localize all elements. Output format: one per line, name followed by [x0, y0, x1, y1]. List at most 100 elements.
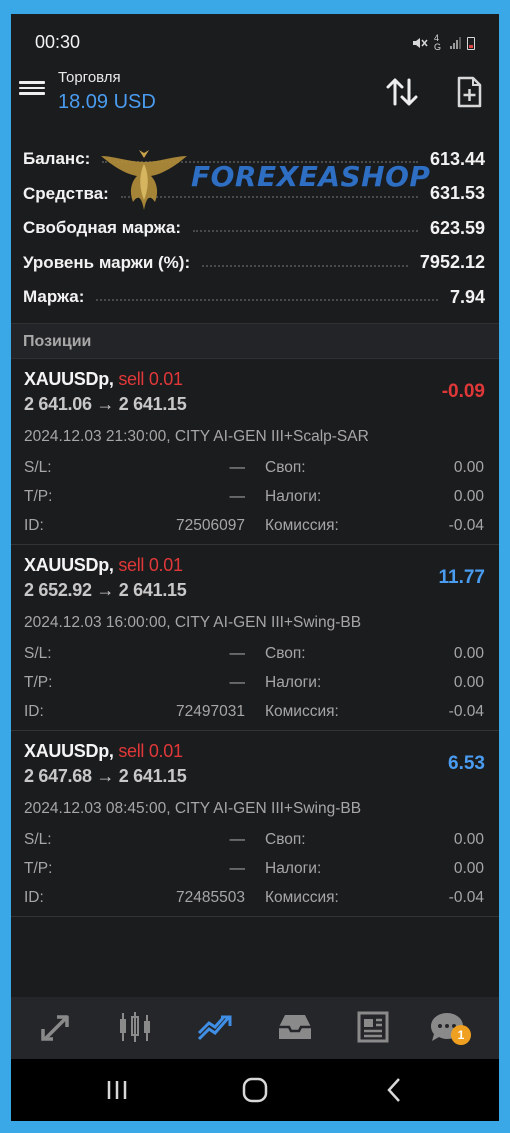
detail-row: ID: 72497031 Комиссия: -0.04 — [24, 699, 486, 728]
id-label: ID: — [24, 517, 44, 534]
position-title: XAUUSDp, sell 0.01 — [24, 369, 183, 390]
position-comment: 2024.12.03 16:00:00, CITY AI-GEN III+Swi… — [24, 614, 362, 631]
phone-screen: 00:30 4G Торговля 18.09 USD Баланс: 613.… — [11, 14, 499, 1121]
positions-section-header: Позиции — [11, 323, 499, 359]
sl-value: — — [229, 645, 246, 662]
sort-icon[interactable] — [383, 76, 421, 108]
position-comment: 2024.12.03 08:45:00, CITY AI-GEN III+Swi… — [24, 800, 362, 817]
id-value: 72497031 — [176, 703, 245, 720]
position-profit: 11.77 — [438, 567, 486, 588]
position-comment: 2024.12.03 21:30:00, CITY AI-GEN III+Sca… — [24, 428, 369, 445]
tp-value: — — [229, 674, 246, 691]
tax-value: 0.00 — [453, 860, 484, 877]
mute-icon — [413, 38, 428, 48]
chart-icon[interactable] — [115, 1009, 155, 1045]
tp-label: T/P: — [24, 860, 53, 877]
position-side: sell 0.01 — [118, 369, 183, 389]
position-prices: 2 647.68 → 2 641.15 — [24, 766, 187, 786]
tax-value: 0.00 — [453, 488, 484, 505]
tp-label: T/P: — [24, 488, 53, 505]
toolbar-balance: 18.09 USD — [58, 91, 156, 113]
bottom-nav — [11, 997, 499, 1059]
summary-row-margin-level: Уровень маржи (%): 7952.12 — [11, 246, 499, 281]
account-summary: Баланс: 613.44 Средства: 631.53 Свободна… — [11, 142, 499, 315]
detail-row: S/L: — Своп: 0.00 — [24, 641, 486, 670]
home-icon[interactable] — [235, 1073, 275, 1107]
commission-label: Комиссия: — [265, 703, 339, 720]
dotted-leader — [102, 161, 418, 164]
position-details: S/L: — Своп: 0.00 T/P: — Налоги: 0.00 ID… — [24, 455, 486, 542]
position-profit: -0.09 — [441, 381, 485, 402]
recents-icon[interactable] — [97, 1073, 137, 1107]
system-nav-bar — [11, 1059, 499, 1121]
summary-value: 7952.12 — [419, 252, 485, 273]
position-side: sell 0.01 — [118, 555, 183, 575]
trade-icon[interactable] — [195, 1009, 235, 1045]
position-details: S/L: — Своп: 0.00 T/P: — Налоги: 0.00 ID… — [24, 641, 486, 728]
commission-value: -0.04 — [448, 703, 484, 720]
detail-row: ID: 72485503 Комиссия: -0.04 — [24, 885, 486, 914]
summary-value: 631.53 — [429, 183, 485, 204]
status-icons: 4G — [412, 34, 475, 52]
id-value: 72506097 — [176, 517, 245, 534]
id-label: ID: — [24, 889, 44, 906]
swap-label: Своп: — [265, 459, 306, 476]
commission-value: -0.04 — [448, 889, 484, 906]
position-symbol: XAUUSDp, — [24, 369, 114, 389]
battery-low-icon — [467, 36, 475, 50]
tp-value: — — [229, 860, 246, 877]
position-title: XAUUSDp, sell 0.01 — [24, 741, 183, 762]
network-4g-icon: 4G — [434, 33, 442, 52]
detail-row: T/P: — Налоги: 0.00 — [24, 670, 486, 699]
summary-label: Средства: — [23, 183, 109, 203]
summary-value: 7.94 — [449, 286, 485, 307]
summary-row-margin: Маржа: 7.94 — [11, 280, 499, 315]
swap-label: Своп: — [265, 645, 306, 662]
id-label: ID: — [24, 703, 44, 720]
new-order-icon[interactable] — [451, 74, 487, 110]
sl-label: S/L: — [24, 459, 52, 476]
swap-value: 0.00 — [453, 645, 484, 662]
position-symbol: XAUUSDp, — [24, 741, 114, 761]
position-side: sell 0.01 — [118, 741, 183, 761]
commission-label: Комиссия: — [265, 517, 339, 534]
dotted-leader — [96, 299, 438, 302]
tax-label: Налоги: — [265, 674, 322, 691]
position-prices: 2 652.92 → 2 641.15 — [24, 580, 187, 600]
sl-label: S/L: — [24, 645, 52, 662]
news-icon[interactable] — [353, 1009, 393, 1045]
swap-value: 0.00 — [453, 831, 484, 848]
quotes-icon[interactable] — [37, 1009, 77, 1045]
summary-row-free-margin: Свободная маржа: 623.59 — [11, 211, 499, 246]
detail-row: S/L: — Своп: 0.00 — [24, 827, 486, 856]
detail-row: S/L: — Своп: 0.00 — [24, 455, 486, 484]
tax-label: Налоги: — [265, 860, 322, 877]
signal-icon — [450, 37, 461, 49]
menu-icon[interactable] — [19, 78, 45, 100]
id-value: 72485503 — [176, 889, 245, 906]
summary-row-balance: Баланс: 613.44 — [11, 142, 499, 177]
detail-row: ID: 72506097 Комиссия: -0.04 — [24, 513, 486, 542]
tp-value: — — [229, 488, 246, 505]
history-icon[interactable] — [275, 1009, 315, 1045]
back-icon[interactable] — [375, 1073, 415, 1107]
commission-value: -0.04 — [448, 517, 484, 534]
sl-value: — — [229, 459, 246, 476]
sl-label: S/L: — [24, 831, 52, 848]
toolbar: Торговля 18.09 USD — [11, 64, 499, 124]
detail-row: T/P: — Налоги: 0.00 — [24, 856, 486, 885]
swap-label: Своп: — [265, 831, 306, 848]
position-prices: 2 641.06 → 2 641.15 — [24, 394, 187, 414]
tax-value: 0.00 — [453, 674, 484, 691]
position-title: XAUUSDp, sell 0.01 — [24, 555, 183, 576]
summary-label: Свободная маржа: — [23, 218, 182, 238]
position-item[interactable]: XAUUSDp, sell 0.01 2 647.68 → 2 641.15 6… — [11, 731, 499, 917]
detail-row: T/P: — Налоги: 0.00 — [24, 484, 486, 513]
dotted-leader — [193, 230, 418, 233]
dotted-leader — [120, 195, 418, 198]
notification-badge: 1 — [451, 1025, 471, 1045]
position-item[interactable]: XAUUSDp, sell 0.01 2 652.92 → 2 641.15 1… — [11, 545, 499, 731]
page-title: Торговля — [58, 69, 121, 86]
position-item[interactable]: XAUUSDp, sell 0.01 2 641.06 → 2 641.15 -… — [11, 359, 499, 545]
positions-header-label: Позиции — [23, 333, 92, 350]
